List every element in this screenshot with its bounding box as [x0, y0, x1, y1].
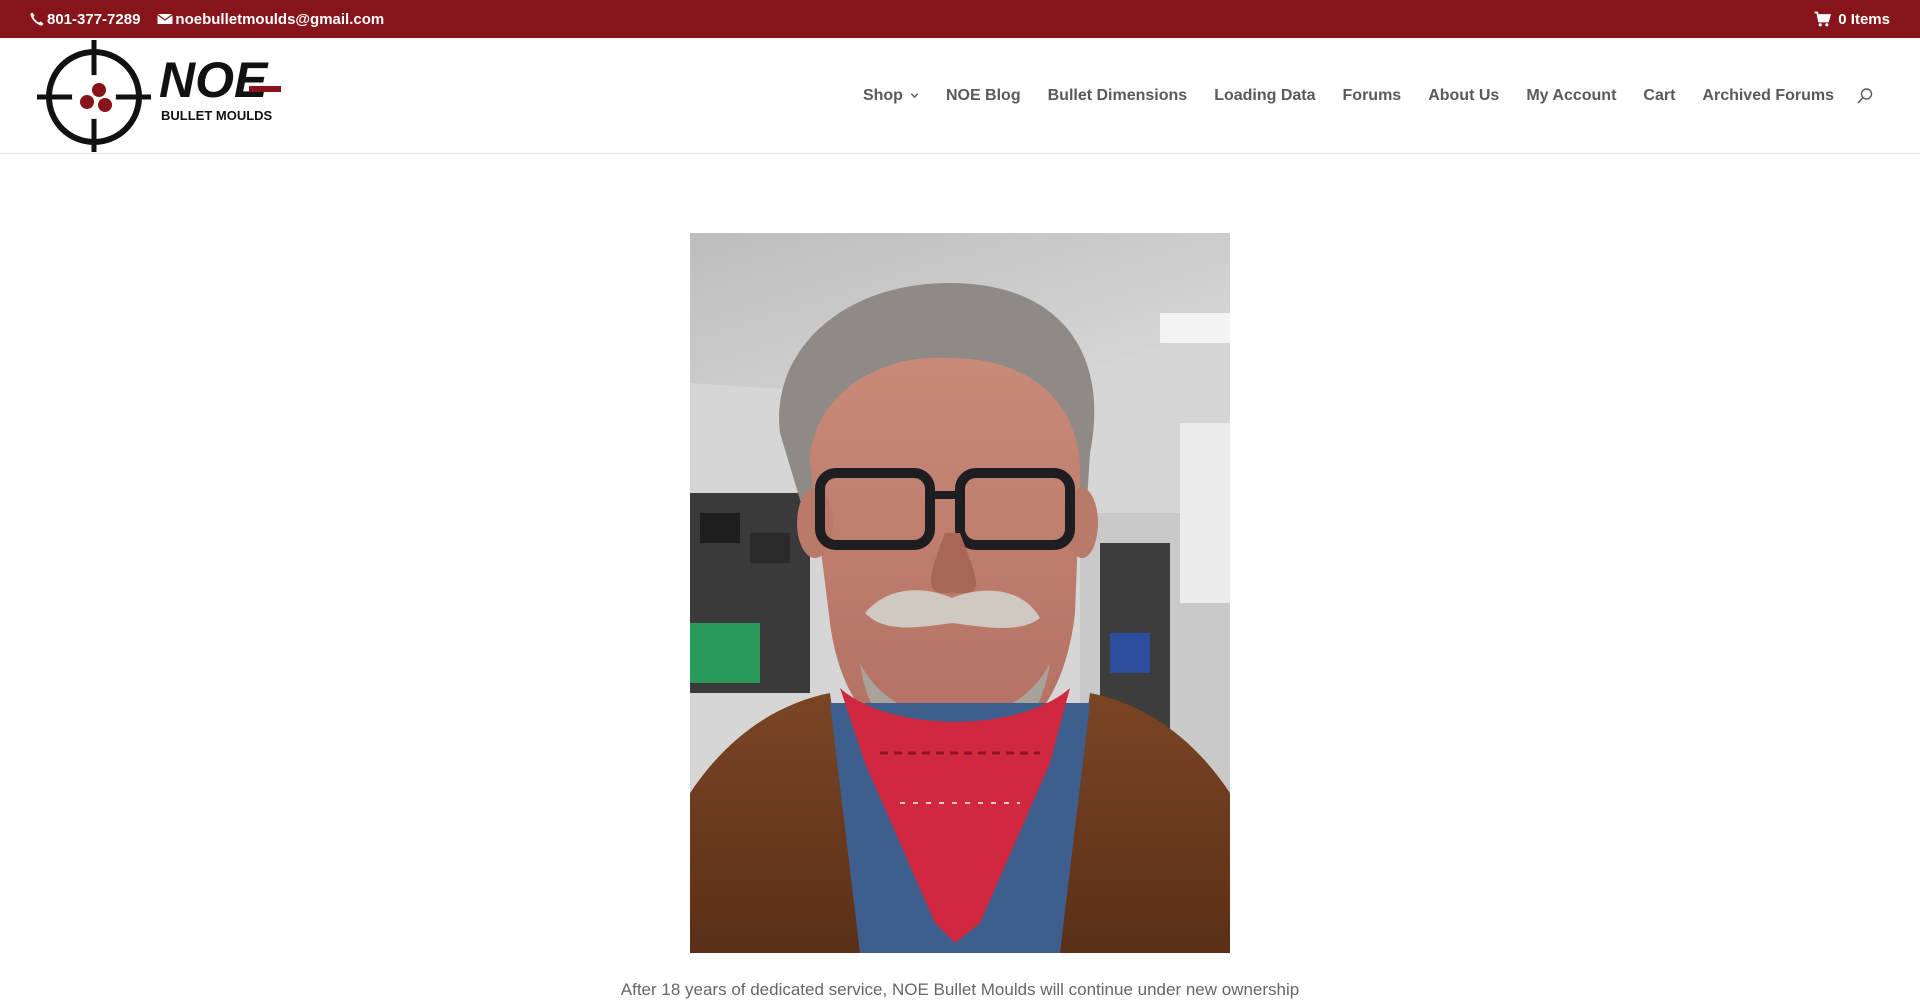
cart-icon: [1814, 11, 1832, 27]
top-bar: 801-377-7289 noebulletmoulds@gmail.com 0…: [0, 0, 1920, 38]
nav-bullet-dimensions[interactable]: Bullet Dimensions: [1048, 87, 1188, 105]
site-logo[interactable]: NOE BULLET MOULDS: [37, 40, 297, 152]
intro-paragraph: After 18 years of dedicated service, NOE…: [620, 980, 1300, 999]
nav-label: Forums: [1342, 86, 1402, 104]
chevron-down-icon: [910, 93, 919, 99]
cart-count: 0 Items: [1838, 10, 1890, 28]
nav-my-account[interactable]: My Account: [1526, 87, 1616, 105]
site-header: NOE BULLET MOULDS Shop NOE Blog Bullet D…: [0, 38, 1920, 154]
nav-label: My Account: [1526, 86, 1617, 104]
portrait-image: [690, 233, 1230, 953]
main-nav: Shop NOE Blog Bullet Dimensions Loading …: [863, 38, 1874, 153]
search-icon: [1857, 87, 1873, 104]
nav-forums[interactable]: Forums: [1343, 87, 1402, 105]
nav-label: Cart: [1643, 86, 1676, 104]
email-link[interactable]: noebulletmoulds@gmail.com: [157, 11, 384, 28]
nav-label: Bullet Dimensions: [1047, 86, 1188, 104]
logo-tagline: BULLET MOULDS: [161, 108, 273, 123]
nav-about-us[interactable]: About Us: [1428, 87, 1499, 105]
nav-label: Shop: [862, 86, 903, 104]
phone-number: 801-377-7289: [47, 10, 141, 28]
envelope-icon: [157, 13, 174, 24]
email-address: noebulletmoulds@gmail.com: [175, 10, 385, 28]
portrait-photo: [690, 233, 1230, 953]
contact-info: 801-377-7289 noebulletmoulds@gmail.com: [29, 0, 384, 38]
nav-label: Loading Data: [1214, 86, 1316, 104]
phone-icon: [30, 12, 44, 26]
nav-loading-data[interactable]: Loading Data: [1214, 87, 1315, 105]
nav-noe-blog[interactable]: NOE Blog: [946, 87, 1021, 105]
nav-shop[interactable]: Shop: [863, 87, 919, 105]
logo-brand: NOE: [159, 52, 269, 108]
phone-link[interactable]: 801-377-7289: [29, 11, 140, 28]
nav-label: NOE Blog: [945, 86, 1021, 104]
nav-label: About Us: [1428, 86, 1500, 104]
nav-label: Archived Forums: [1702, 86, 1834, 104]
nav-cart[interactable]: Cart: [1643, 87, 1675, 105]
nav-archived-forums[interactable]: Archived Forums: [1702, 87, 1834, 105]
cart-link[interactable]: 0 Items: [1814, 0, 1890, 38]
search-button[interactable]: [1856, 87, 1874, 105]
crosshair-logo-icon: NOE BULLET MOULDS: [37, 40, 281, 152]
